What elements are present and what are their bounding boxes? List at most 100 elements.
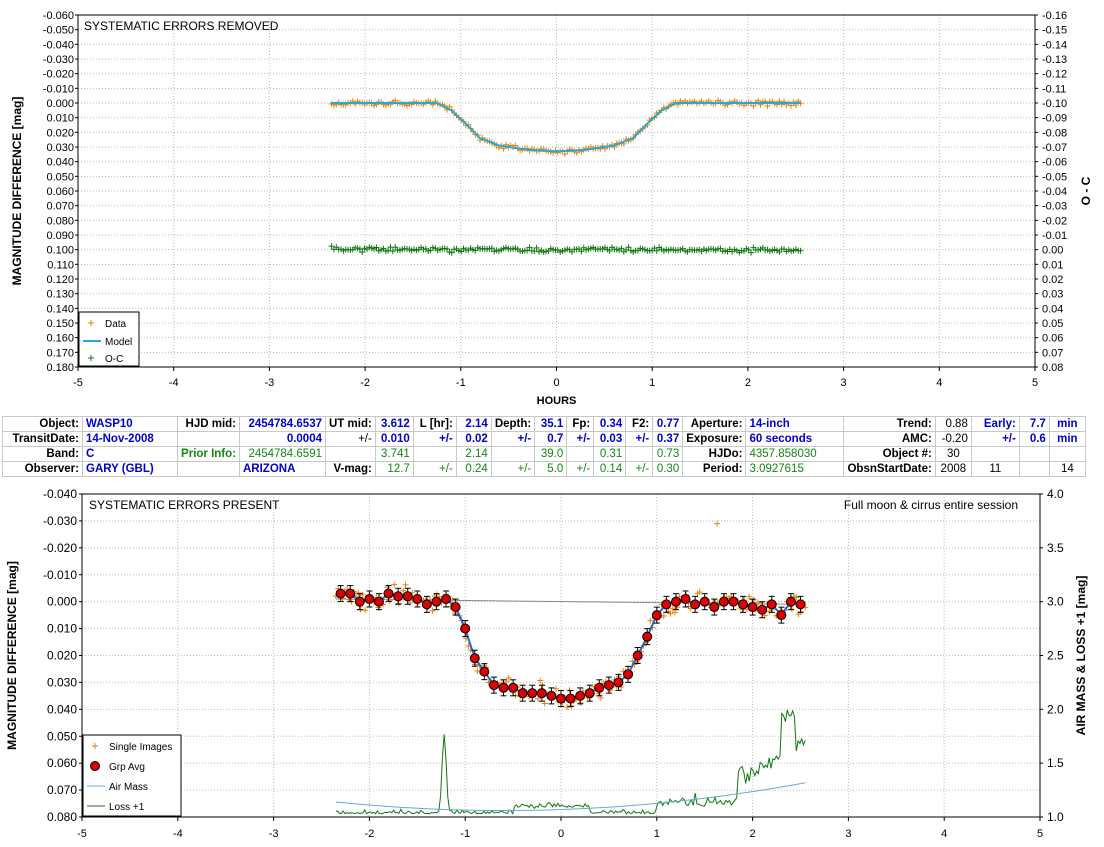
x-axis-label: HOURS [537, 395, 577, 407]
table-cell [1018, 461, 1050, 477]
table-cell: 0.88 [934, 416, 972, 432]
table-cell: 0.37 [652, 431, 684, 447]
y-tick-label: -0.050 [43, 25, 74, 37]
x-tick-label: 5 [1037, 828, 1043, 840]
table-cell: +/- [566, 461, 595, 477]
table-cell: 14-inch [745, 416, 845, 432]
x-tick-label: 0 [558, 828, 564, 840]
x-tick-label: 4 [936, 377, 942, 389]
table-cell: Exposure: [682, 431, 747, 447]
grp-avg-point [795, 599, 806, 610]
y-tick-label: 0.080 [46, 215, 74, 227]
table-row: Object: WASP10 HJD mid: 2454784.6537 UT mid:… [2, 416, 1086, 432]
y-tick-label: 0.130 [46, 289, 74, 301]
x-tick-label: 2 [750, 828, 756, 840]
table-cell: 2454784.6537 [239, 416, 326, 432]
x-tick-label: -2 [360, 377, 370, 389]
table-row: Band: C Prior Info: 2454784.6591 3.741 2.14 39… [2, 446, 1086, 462]
y2-tick-label: 0.06 [1042, 333, 1063, 345]
y-axis-label: MAGNITUDE DIFFERENCE [mag] [10, 97, 24, 286]
table-cell [1018, 446, 1050, 462]
grp-avg-point [431, 596, 442, 607]
y-tick-label: 0.000 [46, 98, 74, 110]
table-cell: 0.6 [1018, 431, 1050, 447]
y2-tick-label: -0.10 [1042, 98, 1067, 110]
table-cell: GARY (GBL) [82, 461, 178, 477]
y2-tick-label: -0.14 [1042, 39, 1067, 51]
table-cell [1048, 446, 1086, 462]
table-cell: 4357.858030 [745, 446, 845, 462]
x-tick-label: 1 [654, 828, 660, 840]
table-cell: 0.02 [455, 431, 492, 447]
y2-tick-label: -0.04 [1042, 186, 1067, 198]
table-cell [970, 446, 1020, 462]
table-cell: Aperture: [682, 416, 747, 432]
table-cell: 60 seconds [745, 431, 845, 447]
table-cell: 30 [934, 446, 972, 462]
grp-avg-point [670, 596, 681, 607]
table-row: TransitDate: 14-Nov-2008 0.0004 +/- 0.010 +/-… [2, 431, 1086, 447]
model-line [331, 102, 801, 153]
grp-avg-point [690, 599, 701, 610]
grp-avg-point [738, 599, 749, 610]
table-cell: Prior Info: [177, 446, 240, 462]
table-cell: 2008 [934, 461, 972, 477]
table-cell: min [1048, 431, 1086, 447]
y2-tick-label: -0.05 [1042, 171, 1067, 183]
x-tick-label: -3 [269, 828, 279, 840]
y-tick-label: 0.070 [46, 201, 74, 213]
grp-avg-point [469, 653, 480, 664]
grp-avg-point [757, 604, 768, 615]
table-cell: V-mag: [325, 461, 376, 477]
table-cell: HJD mid: [177, 416, 240, 432]
table-cell: 2.14 [455, 446, 492, 462]
table-cell: Object #: [843, 446, 936, 462]
y2-tick-label: -0.08 [1042, 127, 1067, 139]
x-tick-label: -5 [77, 828, 87, 840]
x-tick-label: 3 [841, 377, 847, 389]
y-tick-label: -0.010 [43, 568, 77, 582]
y-tick-label: -0.010 [43, 83, 74, 95]
table-cell: +/- [412, 431, 457, 447]
table-cell: Observer: [2, 461, 83, 477]
y2-axis-label: AIR MASS & LOSS +1 [mag] [1074, 576, 1088, 736]
y2-tick-label: -0.16 [1042, 10, 1067, 22]
x-tick-label: 1 [649, 377, 655, 389]
x-tick-label: 3 [845, 828, 851, 840]
table-cell: +/- [490, 461, 536, 477]
table-cell: 3.612 [374, 416, 414, 432]
table-cell: 0.31 [593, 446, 627, 462]
y2-tick-label: 0.05 [1042, 318, 1063, 330]
table-cell: Trend: [843, 416, 936, 432]
y2-tick-label: 0.00 [1042, 245, 1063, 257]
table-cell: WASP10 [82, 416, 178, 432]
table-cell: 0.77 [652, 416, 684, 432]
x-tick-label: -3 [265, 377, 275, 389]
grp-avg-point [450, 602, 461, 613]
y-tick-label: -0.020 [43, 69, 74, 81]
x-tick-label: -4 [173, 828, 183, 840]
y2-tick-label: 2.5 [1047, 649, 1064, 663]
grp-avg-point [517, 688, 528, 699]
table-cell: 11 [970, 461, 1020, 477]
y-tick-label: 0.010 [46, 113, 74, 125]
y2-tick-label: 0.01 [1042, 259, 1063, 271]
y-tick-label: 0.090 [46, 230, 74, 242]
y2-tick-label: -0.06 [1042, 157, 1067, 169]
y-tick-label: 0.000 [47, 595, 77, 609]
loss-line [335, 709, 806, 815]
grp-avg-point [373, 596, 384, 607]
x-tick-label: 5 [1032, 377, 1038, 389]
grp-avg-point [402, 591, 413, 602]
grp-avg-point [488, 680, 499, 691]
y2-tick-label: 1.0 [1047, 810, 1064, 824]
table-cell: +/- [325, 431, 376, 447]
table-cell: F2: [625, 416, 654, 432]
y-tick-label: 0.020 [47, 649, 77, 663]
table-cell: 0.14 [593, 461, 627, 477]
y2-tick-label: -0.01 [1042, 230, 1067, 242]
y2-tick-label: -0.11 [1042, 83, 1066, 95]
table-cell [566, 446, 595, 462]
y2-tick-label: 0.07 [1042, 347, 1063, 359]
x-tick-label: 0 [553, 377, 559, 389]
